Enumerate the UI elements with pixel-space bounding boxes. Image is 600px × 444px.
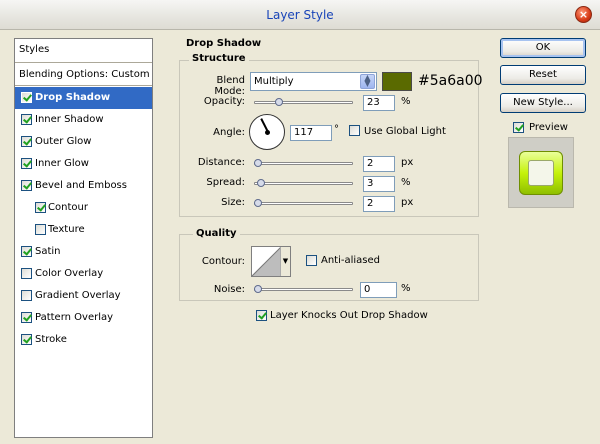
style-item-gradient-overlay[interactable]: Gradient Overlay [15,285,152,307]
angle-unit: ° [334,124,339,135]
preview-swatch [519,151,563,195]
window-title: Layer Style [266,8,334,22]
noise-unit: % [401,283,411,294]
distance-input[interactable]: 2 [363,156,395,172]
style-item-label: Drop Shadow [35,92,111,103]
spread-label: Spread: [206,177,245,188]
inner-glow-checkbox[interactable] [21,158,32,169]
title-bar: Layer Style × [0,0,600,30]
noise-label: Noise: [213,284,245,295]
spread-input[interactable]: 3 [363,176,395,192]
style-item-label: Texture [48,224,85,235]
shadow-color-swatch[interactable] [382,72,412,91]
outer-glow-checkbox[interactable] [21,136,32,147]
drop-shadow-checkbox[interactable] [21,92,32,103]
knockout-label: Layer Knocks Out Drop Shadow [270,310,428,321]
stroke-checkbox[interactable] [21,334,32,345]
style-item-label: Satin [35,246,61,257]
angle-input[interactable]: 117 [290,125,332,141]
color-overlay-checkbox[interactable] [21,268,32,279]
noise-slider-thumb[interactable] [254,285,262,293]
style-preview [508,137,574,208]
contour-dropdown-icon[interactable]: ▼ [280,247,290,276]
reset-button[interactable]: Reset [500,65,586,85]
use-global-light-checkbox[interactable] [349,125,360,136]
contour-picker[interactable]: ▼ [251,246,291,277]
distance-slider-thumb[interactable] [254,159,262,167]
inner-shadow-checkbox[interactable] [21,114,32,125]
size-slider[interactable] [254,202,353,205]
style-item-label: Inner Glow [35,158,89,169]
anti-aliased-label: Anti-aliased [321,255,381,266]
bevel-emboss-checkbox[interactable] [21,180,32,191]
style-item-label: Stroke [35,334,67,345]
gradient-overlay-checkbox[interactable] [21,290,32,301]
close-icon[interactable]: × [575,6,592,23]
distance-unit: px [401,157,414,168]
preview-label: Preview [529,122,568,133]
styles-list: Styles Blending Options: Custom Drop Sha… [14,38,153,438]
contour-checkbox[interactable] [35,202,46,213]
contour-label: Contour: [201,256,245,267]
ok-button[interactable]: OK [500,38,586,58]
size-unit: px [401,197,414,208]
style-item-label: Gradient Overlay [35,290,121,301]
blend-mode-label: Blend Mode: [214,75,245,97]
select-arrow-icon: ▲ ▼ [360,74,375,89]
angle-center [265,130,270,135]
anti-aliased-checkbox[interactable] [306,255,317,266]
preview-swatch-inner [528,160,554,186]
style-item-label: Color Overlay [35,268,104,279]
satin-checkbox[interactable] [21,246,32,257]
angle-dial[interactable] [249,114,285,150]
style-item-color-overlay[interactable]: Color Overlay [15,263,152,285]
style-item-outer-glow[interactable]: Outer Glow [15,131,152,153]
distance-slider[interactable] [254,162,353,165]
style-item-satin[interactable]: Satin [15,241,152,263]
spread-slider[interactable] [254,182,353,185]
blend-mode-select[interactable]: Multiply ▲ ▼ [250,72,377,91]
styles-header[interactable]: Styles [15,39,152,63]
style-item-bevel-emboss[interactable]: Bevel and Emboss [15,175,152,197]
structure-title: Structure [189,53,249,64]
style-item-stroke[interactable]: Stroke [15,329,152,351]
angle-label: Angle: [213,127,245,138]
opacity-slider[interactable] [254,101,353,104]
style-item-label: Outer Glow [35,136,92,147]
style-item-texture[interactable]: Texture [15,219,152,241]
texture-checkbox[interactable] [35,224,46,235]
opacity-label: Opacity: [203,96,245,107]
style-item-label: Contour [48,202,88,213]
style-item-label: Pattern Overlay [35,312,114,323]
style-item-drop-shadow[interactable]: Drop Shadow [15,87,152,109]
size-label: Size: [221,197,245,208]
opacity-slider-thumb[interactable] [274,98,283,106]
use-global-light-label: Use Global Light [364,126,446,137]
blend-mode-value: Multiply [254,76,294,87]
shadow-color-hex: #5a6a00 [418,73,483,89]
opacity-unit: % [401,96,411,107]
preview-checkbox[interactable] [513,122,524,133]
style-item-label: Inner Shadow [35,114,104,125]
noise-input[interactable]: 0 [360,282,397,298]
knockout-checkbox[interactable] [256,310,267,321]
contour-curve-icon [252,247,281,276]
style-item-contour[interactable]: Contour [15,197,152,219]
opacity-input[interactable]: 23 [363,95,395,111]
new-style-button[interactable]: New Style... [500,93,586,113]
style-item-inner-glow[interactable]: Inner Glow [15,153,152,175]
style-item-label: Bevel and Emboss [35,180,127,191]
spread-slider-thumb[interactable] [256,179,265,187]
drop-shadow-title: Drop Shadow [183,38,265,49]
pattern-overlay-checkbox[interactable] [21,312,32,323]
size-input[interactable]: 2 [363,196,395,212]
distance-label: Distance: [197,157,245,168]
quality-title: Quality [193,228,240,239]
size-slider-thumb[interactable] [254,199,262,207]
style-item-pattern-overlay[interactable]: Pattern Overlay [15,307,152,329]
spread-unit: % [401,177,411,188]
noise-slider[interactable] [254,288,353,291]
style-item-inner-shadow[interactable]: Inner Shadow [15,109,152,131]
blending-options-item[interactable]: Blending Options: Custom [15,64,152,86]
